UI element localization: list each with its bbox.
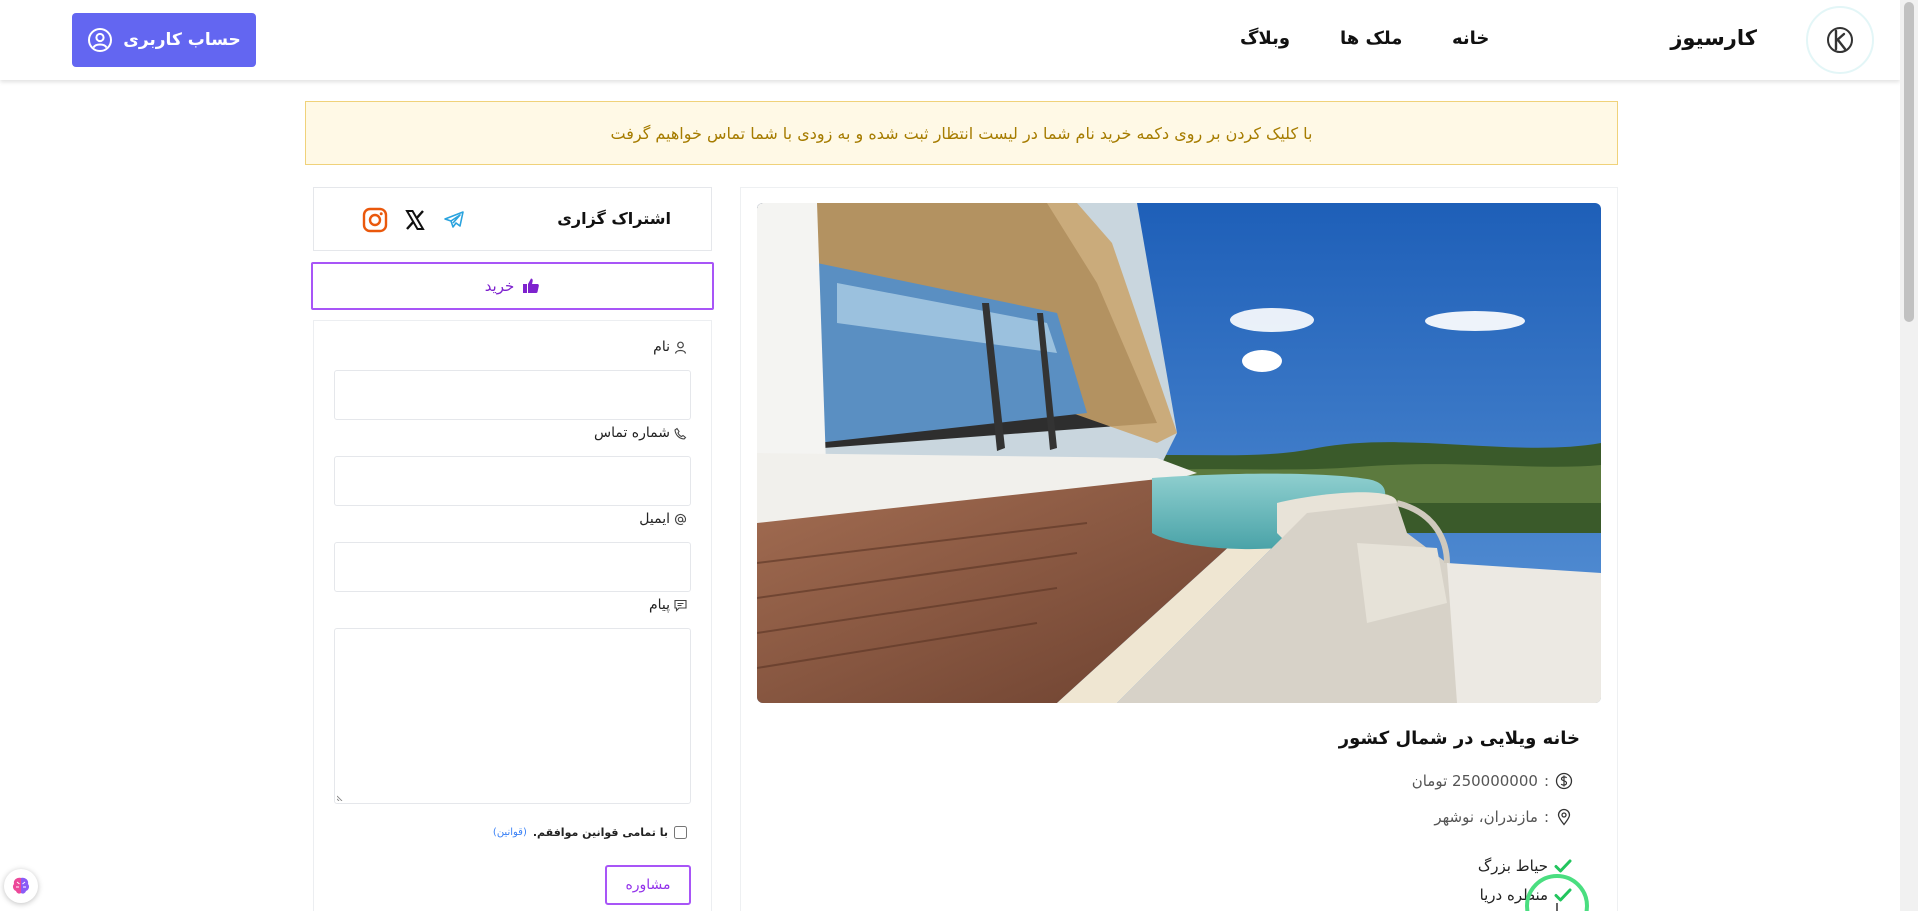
villa-pool-image	[757, 203, 1601, 703]
location-value: مازندران، نوشهر	[1434, 808, 1538, 826]
waitlist-alert: با کلیک کردن بر روی دکمه خرید نام شما در…	[305, 101, 1618, 165]
account-button[interactable]: حساب کاربری	[72, 13, 256, 67]
resize-handle-icon[interactable]	[337, 793, 345, 801]
at-sign-icon	[674, 513, 687, 525]
rules-link[interactable]: (قوانین)	[493, 827, 527, 838]
share-box: اشتراک گزاری	[313, 187, 712, 251]
message-field-label: پیام	[649, 597, 687, 613]
site-logo[interactable]	[1806, 6, 1874, 74]
dollar-icon	[1555, 772, 1573, 790]
name-field-label: نام	[653, 339, 687, 355]
consult-button[interactable]: مشاوره	[605, 865, 691, 905]
name-input[interactable]	[334, 370, 691, 420]
instagram-icon[interactable]	[361, 206, 389, 234]
thumbs-up-icon	[523, 278, 540, 293]
phone-field-label: شماره تماس	[594, 425, 687, 441]
property-photo	[757, 203, 1601, 703]
account-button-label: حساب کاربری	[123, 30, 241, 50]
email-input[interactable]	[334, 542, 691, 592]
phone-icon	[674, 427, 687, 440]
buy-button[interactable]: خرید	[311, 262, 714, 310]
nav-blog[interactable]: وبلاگ	[1240, 28, 1290, 49]
property-price: : 250000000 تومان	[1412, 772, 1573, 790]
user-icon	[674, 341, 687, 354]
terms-text: با تمامی قوانین موافقم.	[532, 826, 668, 839]
contact-form: نام شماره تماس ایمیل پیام با تمامی قوانی…	[313, 320, 712, 911]
message-textarea[interactable]	[334, 628, 691, 804]
email-field-label: ایمیل	[639, 511, 687, 527]
scroll-thumb[interactable]	[1904, 2, 1914, 322]
brand-name[interactable]: کارسیوز	[1670, 26, 1757, 50]
telegram-icon[interactable]	[440, 206, 468, 234]
buy-button-label: خرید	[484, 277, 515, 295]
cursor-highlight-icon	[1525, 874, 1589, 911]
check-icon	[1554, 859, 1572, 873]
nav-home[interactable]: خانه	[1452, 28, 1489, 49]
assistant-button[interactable]	[4, 869, 38, 903]
phone-input[interactable]	[334, 456, 691, 506]
x-icon[interactable]	[401, 206, 429, 234]
property-location: : مازندران، نوشهر	[1434, 808, 1573, 826]
property-title: خانه ویلایی در شمال کشور	[1338, 728, 1580, 749]
site-header: کارسیوز خانه ملک ها وبلاگ حساب کاربری	[0, 0, 1900, 80]
user-circle-icon	[88, 28, 113, 52]
location-pin-icon	[1557, 808, 1571, 826]
logo-icon	[1827, 27, 1853, 53]
terms-agreement: با تمامی قوانین موافقم. (قوانین)	[493, 826, 687, 839]
nav-properties[interactable]: ملک ها	[1340, 28, 1402, 49]
terms-checkbox[interactable]	[674, 826, 687, 839]
page-scrollbar[interactable]	[1900, 0, 1918, 911]
price-value: 250000000 تومان	[1411, 772, 1538, 790]
share-label: اشتراک گزاری	[557, 209, 671, 228]
alert-text: با کلیک کردن بر روی دکمه خرید نام شما در…	[610, 123, 1313, 143]
brain-icon	[12, 877, 30, 894]
message-icon	[674, 599, 687, 612]
